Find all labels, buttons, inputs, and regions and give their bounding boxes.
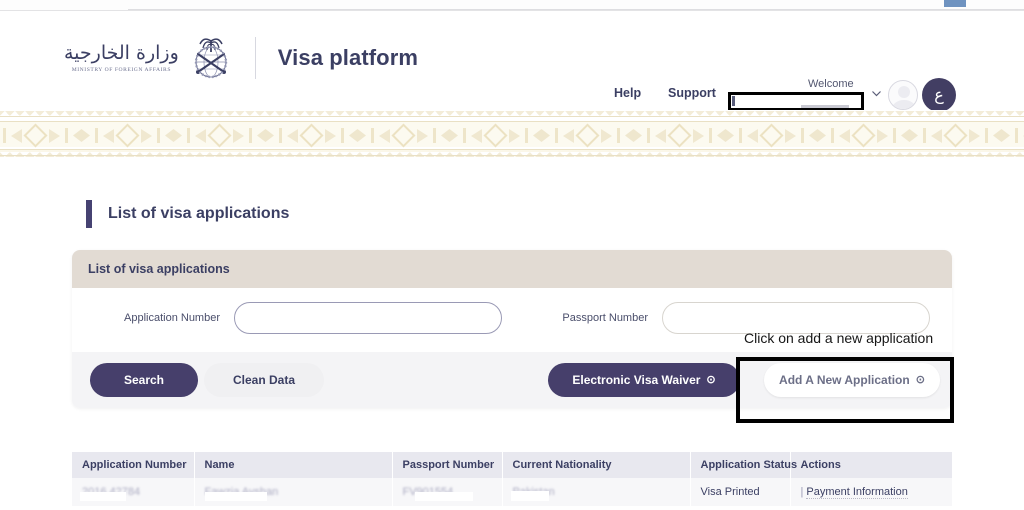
ministry-logo-arabic: وزارة الخارجية [64,42,179,65]
saudi-emblem-icon [185,32,237,84]
column-header-application-status[interactable]: Application Status [690,452,797,478]
payment-information-link[interactable]: Payment Information [806,486,908,499]
page-root: وزارة الخارجية MINISTRY OF FOREIGN AFFAI… [0,0,1024,510]
page-title-accent-bar [86,200,92,228]
column-header-name[interactable]: Name [194,452,393,478]
chrome-divider-line [128,9,1024,10]
passport-number-label: Passport Number [562,312,648,324]
table-header-row: Application Number Name Passport Number … [72,452,952,478]
language-toggle-label: ع [934,84,944,104]
annotation-text: Click on add a new application [744,330,934,346]
redaction-mask [204,492,267,501]
search-button[interactable]: Search [90,363,198,397]
redaction-mask [80,492,126,501]
app-title: Visa platform [277,45,419,70]
decorative-pattern-band [0,110,1024,160]
electronic-visa-waiver-label: Electronic Visa Waiver [572,373,701,387]
ornament-motif [1012,127,1024,144]
search-card: List of visa applications Application Nu… [72,250,952,408]
cell-application-number: 2016 42784 [72,478,195,506]
application-number-label: Application Number [124,312,220,324]
column-header-actions: Actions [790,452,952,478]
chrome-accent-block [944,0,966,7]
cell-current-nationality: Pakistan [502,478,691,506]
brand-divider [254,37,256,79]
clean-data-button[interactable]: Clean Data [204,363,324,397]
browser-chrome-strip [0,0,1024,11]
redaction-mask [510,491,549,501]
ornament-teeth-bottom [0,151,1024,157]
nav-link-support[interactable]: Support [668,86,716,100]
search-card-header-text: List of visa applications [88,262,230,276]
page-title: List of visa applications [86,200,289,228]
cell-application-status: Visa Printed [690,478,791,506]
page-title-text: List of visa applications [108,205,290,222]
field-application-number: Application Number [114,302,502,334]
ornament-motif [184,123,276,148]
ministry-logo-english: MINISTRY OF FOREIGN AFFAIRS [71,66,171,73]
ministry-logo-text: وزارة الخارجية MINISTRY OF FOREIGN AFFAI… [64,42,185,73]
ornament-motif-row [0,123,1024,148]
brand-lockup[interactable]: وزارة الخارجية MINISTRY OF FOREIGN AFFAI… [64,31,418,85]
ornament-motif [368,123,460,148]
plus-circle-icon: ⊙ [706,373,716,386]
search-card-header: List of visa applications [72,250,952,288]
cell-passport-number: FV901554 [392,478,503,506]
table-row: 2016 42784 Fawzia Ayshan FV901554 Pakist… [72,478,952,506]
column-header-current-nationality[interactable]: Current Nationality [502,452,691,478]
ornament-motif [276,123,368,148]
add-a-new-application-label: Add A New Application [779,373,910,387]
redaction-mask [414,492,473,501]
site-header: وزارة الخارجية MINISTRY OF FOREIGN AFFAI… [0,11,1024,112]
ornament-motif [828,123,920,148]
ornament-motif [92,123,184,148]
language-toggle-button[interactable]: ع [922,78,956,112]
search-card-footer: Search Clean Data Electronic Visa Waiver… [72,352,952,408]
welcome-label: Welcome [808,78,854,90]
ornament-motif [0,123,92,148]
nav-link-help[interactable]: Help [614,86,641,100]
applications-table-wrapper: Application Number Name Passport Number … [72,452,952,506]
add-a-new-application-button[interactable]: Add A New Application ⊙ [764,363,940,397]
column-header-passport-number[interactable]: Passport Number [392,452,503,478]
applications-table-body: 2016 42784 Fawzia Ayshan FV901554 Pakist… [72,478,952,506]
electronic-visa-waiver-button[interactable]: Electronic Visa Waiver ⊙ [548,363,740,397]
applications-table-head: Application Number Name Passport Number … [72,452,952,478]
user-name-redacted [728,92,864,111]
ornament-motif [552,123,644,148]
column-header-application-number[interactable]: Application Number [72,452,195,478]
status-badge: Visa Printed [700,486,760,498]
plus-circle-icon: ⊙ [915,373,925,386]
user-avatar-icon[interactable] [888,80,918,110]
ornament-rule-4 [0,155,1024,156]
actions-separator: | [800,486,804,498]
chevron-down-icon[interactable] [870,87,883,100]
applications-table: Application Number Name Passport Number … [72,452,952,506]
ornament-rule-2 [0,121,1024,122]
application-number-input[interactable] [234,302,502,334]
cell-name: Fawzia Ayshan [194,478,393,506]
cell-actions: | Payment Information [790,478,952,506]
ornament-motif [460,123,552,148]
ornament-motif [920,123,1012,148]
ornament-motif [644,123,736,148]
ornament-rule-3 [0,149,1024,150]
ornament-rule-1 [0,116,1024,117]
ornament-motif [736,123,828,148]
